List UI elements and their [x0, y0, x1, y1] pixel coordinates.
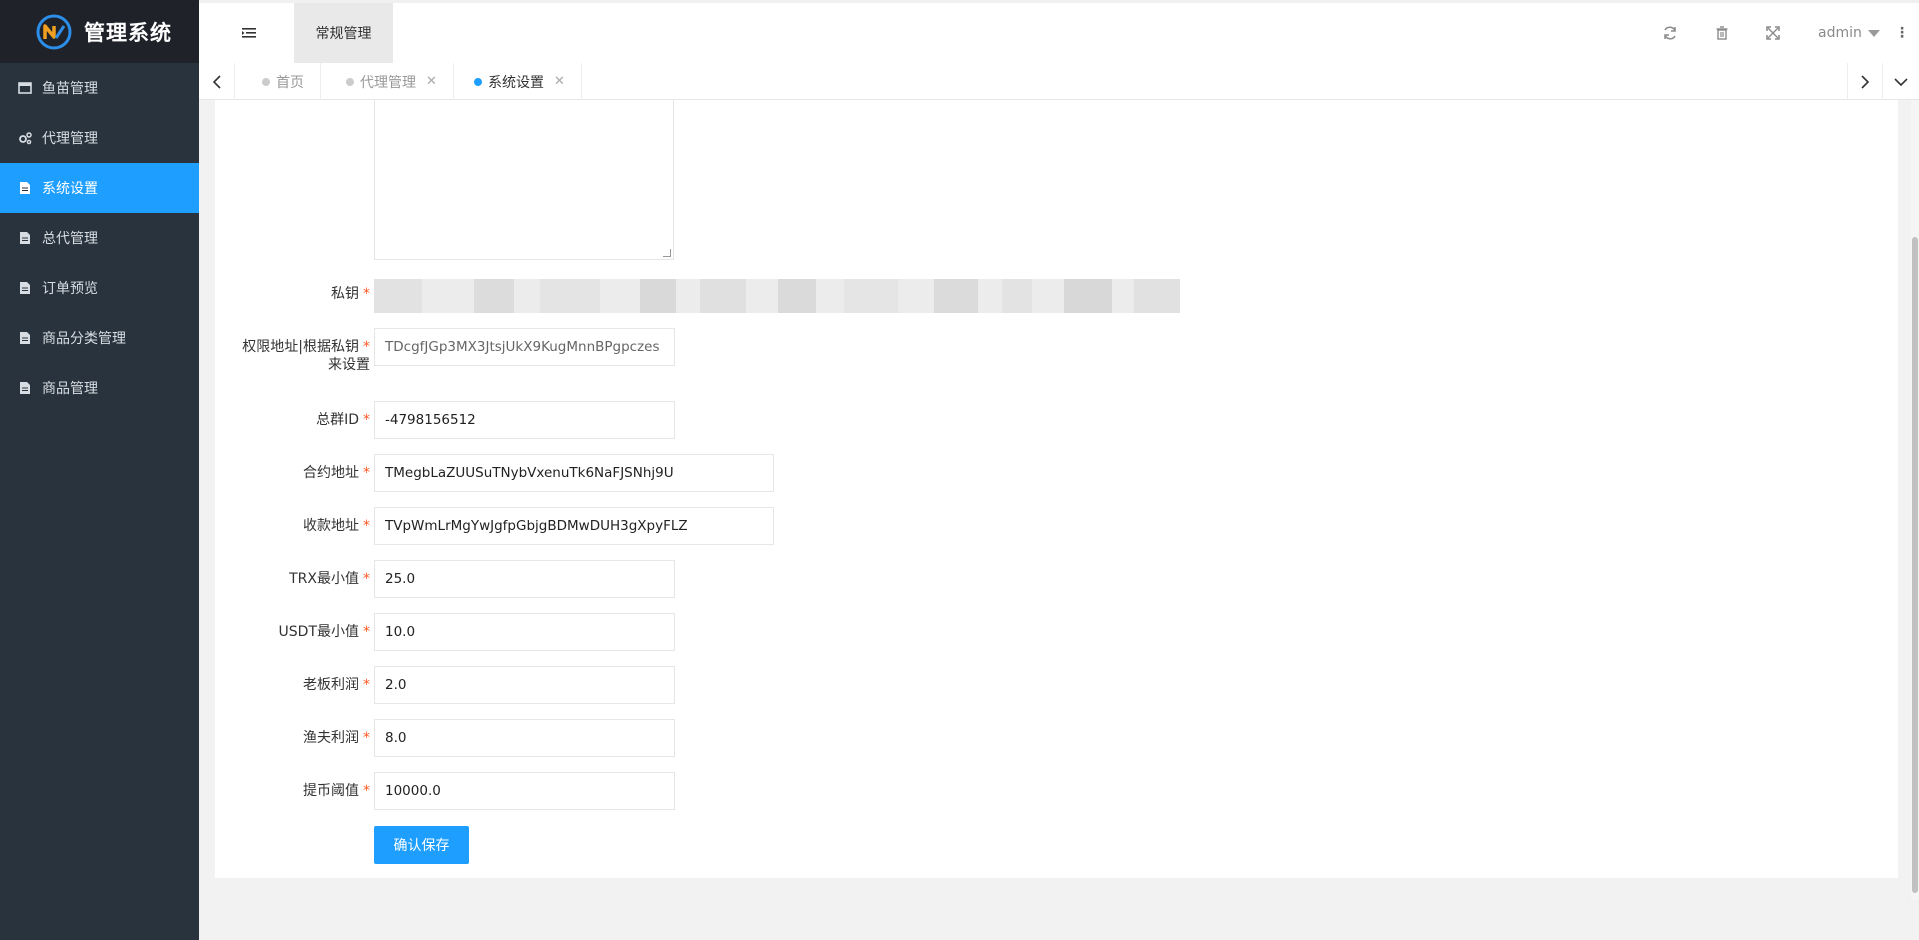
auth-address-label: 权限地址|根据私钥 * 来设置 [242, 339, 370, 373]
save-button[interactable]: 确认保存 [374, 826, 469, 864]
remark-textarea[interactable] [374, 100, 674, 260]
trx-min-label: TRX最小值 * [289, 571, 370, 587]
tab-label: 代理管理 [360, 74, 416, 91]
sidebar-item-label: 商品管理 [42, 381, 98, 397]
tabs-dropdown-icon[interactable] [1883, 63, 1919, 100]
menu-toggle-icon[interactable] [241, 25, 257, 41]
sidebar-item[interactable]: 总代管理 [0, 213, 199, 263]
boss-profit-label: 老板利润 * [303, 677, 370, 693]
window-icon [18, 81, 32, 95]
logo[interactable]: 管理系统 [0, 0, 199, 63]
sidebar-item[interactable]: 鱼苗管理 [0, 63, 199, 113]
document-icon [18, 231, 32, 245]
sidebar-item[interactable]: 商品分类管理 [0, 313, 199, 363]
receive-address-field[interactable]: TVpWmLrMgYwJgfpGbjgBDMwDUH3gXpyFLZ [374, 507, 774, 545]
sidebar-item[interactable]: 代理管理 [0, 113, 199, 163]
caret-down-icon [1867, 29, 1880, 37]
page-tabs-bar: 首页 代理管理 ✕ 系统设置 ✕ [199, 63, 1919, 100]
fisher-profit-label: 渔夫利润 * [303, 730, 370, 746]
tab-dot-icon [346, 77, 354, 86]
tab-dot-icon [262, 77, 270, 86]
tab-label: 首页 [276, 74, 304, 91]
refresh-icon[interactable] [1662, 25, 1678, 41]
private-key-label: 私钥 * [331, 286, 370, 302]
scrollbar-thumb[interactable] [1912, 237, 1918, 893]
sidebar-item[interactable]: 商品管理 [0, 363, 199, 413]
auth-address-field[interactable]: TDcgfJGp3MX3JtsjUkX9KugMnnBPgpczes [374, 328, 675, 366]
close-icon[interactable]: ✕ [426, 74, 437, 89]
sidebar-item-label: 总代管理 [42, 231, 98, 247]
document-icon [18, 181, 32, 195]
tabs-scroll-left-icon[interactable] [199, 63, 235, 100]
sidebar-item-label: 订单预览 [42, 281, 98, 297]
close-icon[interactable]: ✕ [554, 74, 565, 89]
page-tab-settings[interactable]: 系统设置 ✕ [458, 63, 582, 100]
withdraw-threshold-label: 提币阈值 * [303, 783, 370, 799]
receive-address-label: 收款地址 * [303, 518, 370, 534]
sidebar-item[interactable]: 订单预览 [0, 263, 199, 313]
usdt-min-field[interactable]: 10.0 [374, 613, 675, 651]
logo-icon [36, 14, 72, 49]
document-icon [18, 381, 32, 395]
contract-address-field[interactable]: TMegbLaZUUSuTNybVxenuTk6NaFJSNhj9U [374, 454, 774, 492]
app-title: 管理系统 [84, 20, 172, 45]
sidebar-item-label: 商品分类管理 [42, 331, 126, 347]
tabs-scroll-right-icon[interactable] [1847, 63, 1883, 100]
document-icon [18, 281, 32, 295]
withdraw-threshold-field[interactable]: 10000.0 [374, 772, 675, 810]
page-tab-home[interactable]: 首页 [246, 63, 321, 100]
user-menu[interactable]: admin [1818, 25, 1880, 41]
gears-icon [18, 131, 32, 145]
page-tab-agent[interactable]: 代理管理 ✕ [330, 63, 454, 100]
boss-profit-field[interactable]: 2.0 [374, 666, 675, 704]
fullscreen-icon[interactable] [1765, 25, 1781, 41]
tab-label: 系统设置 [488, 74, 544, 91]
more-icon[interactable]: ⋮ [1895, 25, 1909, 41]
group-id-field[interactable]: -4798156512 [374, 401, 675, 439]
contract-address-label: 合约地址 * [303, 465, 370, 481]
sidebar-item-label: 鱼苗管理 [42, 81, 98, 97]
trash-icon[interactable] [1714, 25, 1730, 41]
tab-dot-icon [474, 77, 482, 86]
document-icon [18, 331, 32, 345]
usdt-min-label: USDT最小值 * [278, 624, 370, 640]
top-tab-general[interactable]: 常规管理 [294, 3, 393, 63]
resize-handle-icon[interactable] [663, 249, 671, 257]
sidebar-item-label: 系统设置 [42, 181, 98, 197]
fisher-profit-field[interactable]: 8.0 [374, 719, 675, 757]
sidebar-item[interactable]: 系统设置 [0, 163, 199, 213]
username: admin [1818, 25, 1862, 41]
private-key-field-blurred[interactable] [374, 279, 1180, 313]
header: 常规管理 admin ⋮ [199, 0, 1919, 63]
sidebar-item-label: 代理管理 [42, 131, 98, 147]
sidebar: 管理系统 鱼苗管理代理管理系统设置总代管理订单预览商品分类管理 商品管理 [0, 0, 199, 940]
trx-min-field[interactable]: 25.0 [374, 560, 675, 598]
group-id-label: 总群ID * [316, 412, 370, 428]
